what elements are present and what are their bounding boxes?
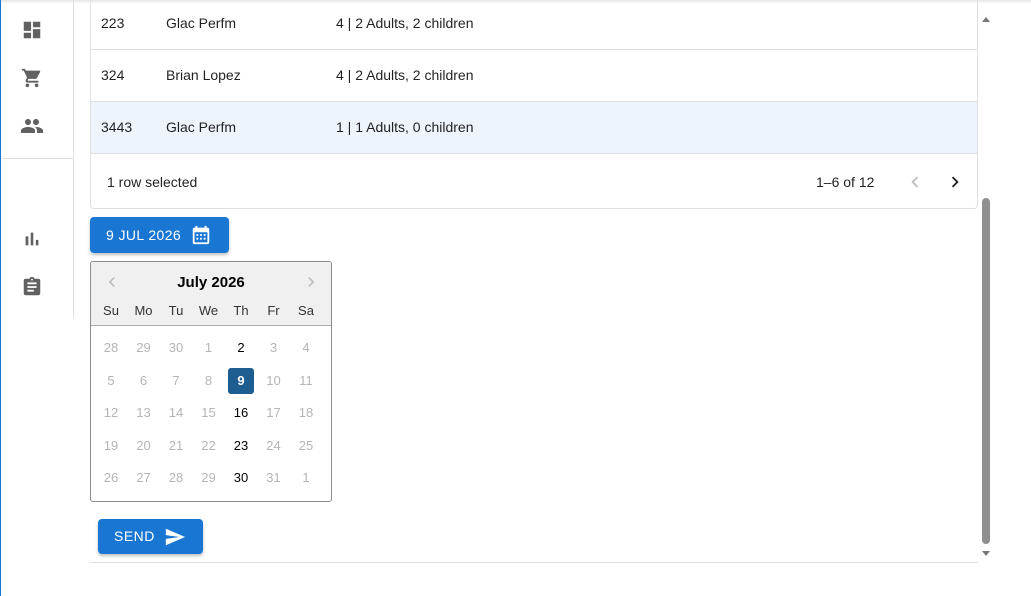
weekday-label: Su [103,303,119,318]
data-grid: 223 Glac Perfm 4 | 2 Adults, 2 children … [90,0,978,209]
calendar-day: 24 [266,437,281,453]
scroll-thumb[interactable] [982,198,990,544]
chevron-right-icon [951,176,959,188]
cell-guests: 4 | 2 Adults, 2 children [336,67,474,83]
calendar-day: 27 [136,470,151,485]
calendar-day: 6 [139,372,148,388]
calendar-day-selected[interactable]: 9 [228,367,254,394]
calendar-day: 8 [204,372,213,388]
calendar-day: 22 [201,437,216,453]
previous-page-button[interactable] [903,170,927,194]
cell-name: Glac Perfm [166,119,237,135]
selection-count: 1 row selected [107,174,198,190]
calendar-day: 12 [103,405,119,420]
pagination-label: 1–6 of 12 [816,174,875,190]
cell-name: Glac Perfm [166,15,237,31]
cell-guests: 4 | 2 Adults, 2 children [336,15,474,31]
grid-footer: 1 row selected 1–6 of 12 [91,156,977,208]
cell-id: 324 [101,67,125,83]
calendar-day: 10 [266,372,281,388]
cell-guests: 1 | 1 Adults, 0 children [336,119,474,135]
calendar-day: 26 [103,470,119,485]
calendar-day: 28 [103,340,119,355]
dashboard-icon[interactable] [20,18,44,42]
date-label: 9 JUL 2026 [106,227,182,243]
app-frame: 223 Glac Perfm 4 | 2 Adults, 2 children … [0,0,1031,596]
shopping-cart-icon[interactable] [20,66,44,90]
divider [90,562,978,563]
weekday-label: Th [233,303,249,318]
calendar-day: 29 [136,340,151,355]
calendar-month-title: July 2026 [177,274,245,291]
calendar-day[interactable]: 23 [228,433,254,459]
next-month-button[interactable] [299,270,323,294]
send-label: SEND [114,528,155,544]
calendar-day: 19 [103,437,119,453]
calendar-day: 15 [201,405,216,420]
calendar-day[interactable]: 16 [228,400,254,426]
calendar-day: 14 [168,405,184,420]
next-page-button[interactable] [943,170,967,194]
bar-chart-icon[interactable] [20,227,44,251]
calendar-day: 20 [136,437,151,453]
chevron-right-icon [308,277,315,287]
calendar-day[interactable]: 2 [228,335,254,361]
calendar-day: 28 [168,470,184,485]
calendar-day: 4 [302,340,310,355]
calendar-day: 21 [168,437,184,453]
scroll-up-icon[interactable] [982,16,990,24]
scroll-down-icon[interactable] [982,549,990,557]
weekday-label: We [198,303,219,318]
assignment-icon[interactable] [20,275,44,299]
cell-id: 223 [101,15,125,31]
calendar-day: 17 [266,405,281,420]
cell-id: 3443 [101,119,133,135]
table-row[interactable]: 324 Brian Lopez 4 | 2 Adults, 2 children [91,50,977,102]
calendar-icon [192,225,210,245]
calendar-day: 25 [298,437,314,453]
calendar-day: 18 [298,405,314,420]
calendar-day: 30 [168,340,184,355]
table-row[interactable]: 223 Glac Perfm 4 | 2 Adults, 2 children [91,0,977,50]
send-icon [165,528,186,546]
calendar-day: 3 [269,340,278,355]
table-row-selected[interactable]: 3443 Glac Perfm 1 | 1 Adults, 0 children [91,102,977,154]
weekday-label: Tu [168,303,184,318]
sidebar-divider [2,158,74,159]
calendar-day: 31 [266,470,281,485]
sidebar [2,0,74,318]
calendar-day: 1 [204,340,213,355]
calendar-day: 5 [107,372,115,388]
weekday-label: Sa [298,303,314,318]
people-icon[interactable] [20,114,44,138]
scrollbar[interactable] [978,10,993,560]
calendar-day: 1 [302,470,310,485]
calendar-day: 29 [201,470,216,485]
cell-name: Brian Lopez [166,67,241,83]
date-picker-button[interactable]: 9 JUL 2026 [90,217,229,253]
calendar-day: 13 [136,405,151,420]
calendar-day: 11 [299,372,313,388]
weekday-label: Fr [267,303,280,318]
calendar-day[interactable]: 30 [228,465,254,491]
send-button[interactable]: SEND [98,519,203,554]
weekday-label: Mo [134,303,153,318]
calendar-day: 7 [172,372,180,388]
calendar-popup: July 2026 Su Mo Tu We Th Fr Sa 28 29 30 1 2 3 4 5 6 7 8 9… [90,261,332,502]
chevron-left-icon [911,176,919,188]
